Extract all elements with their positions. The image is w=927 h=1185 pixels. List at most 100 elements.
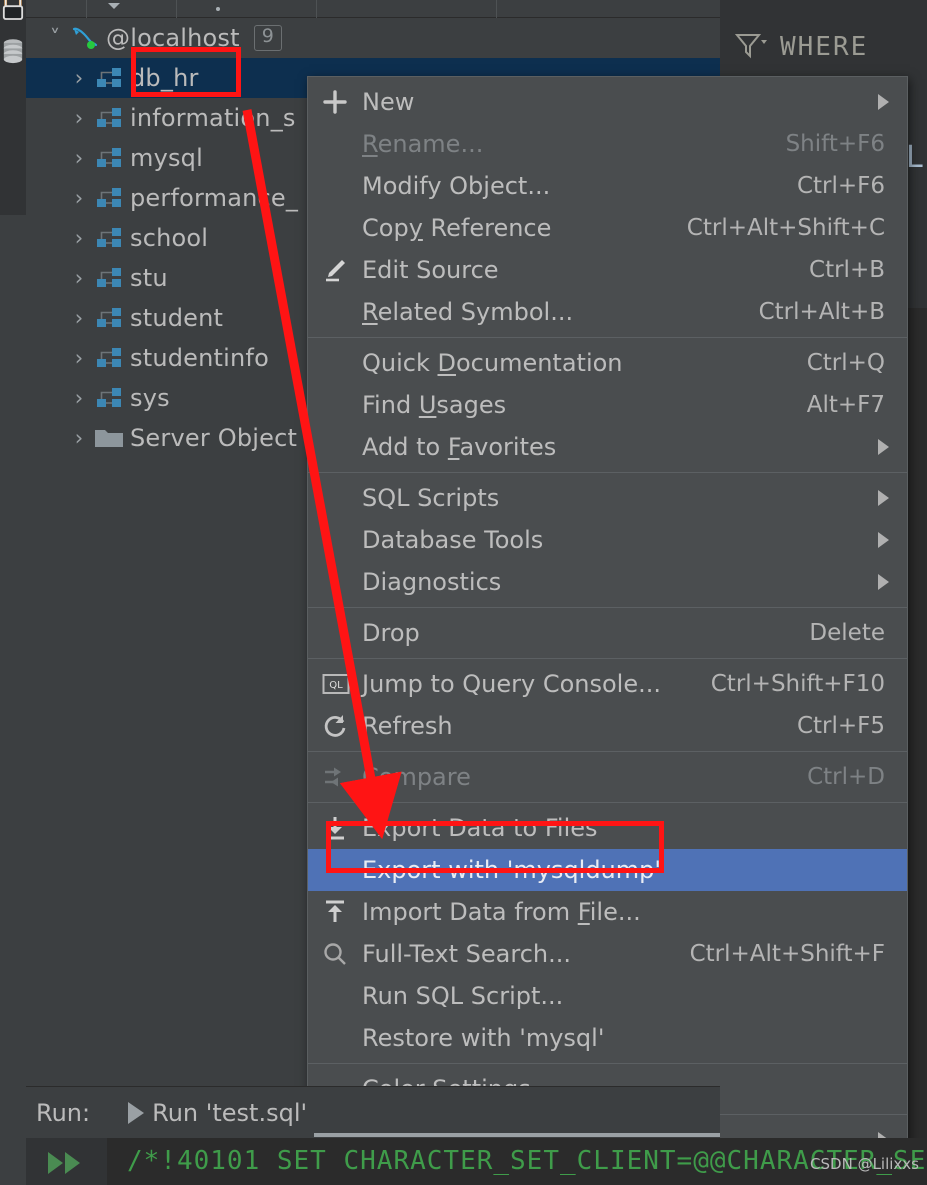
chevron-right-icon[interactable]: › [66, 427, 92, 449]
where-filter-bar[interactable]: WHERE [720, 18, 927, 76]
menu-item-shortcut: Ctrl+D [807, 764, 885, 790]
database-stack-icon[interactable] [2, 36, 24, 70]
menu-item-shortcut: Ctrl+F5 [796, 713, 885, 739]
filter-funnel-icon[interactable] [734, 31, 768, 63]
menu-item-new[interactable]: New [308, 81, 907, 123]
fast-forward-icon[interactable] [48, 1152, 80, 1174]
context-menu[interactable]: New Rename... Shift+F6 Modify Object... Ctrl… [307, 76, 908, 1185]
menu-item-rename: Rename... Shift+F6 [308, 123, 907, 165]
left-tool-strip [0, 0, 26, 215]
submenu-arrow-icon [878, 94, 889, 110]
submenu-arrow-icon [878, 532, 889, 548]
menu-item-restore-with-mysql[interactable]: Restore with 'mysql' [308, 1017, 907, 1059]
menu-item-export-with-mysqldump[interactable]: Export with 'mysqldump' [308, 849, 907, 891]
chevron-right-icon[interactable]: › [66, 67, 92, 89]
tree-node-label: student [130, 304, 224, 332]
menu-item-label: Drop [362, 619, 420, 647]
menu-item-label: Find Usages [362, 391, 507, 419]
menu-item-shortcut: Alt+F7 [806, 392, 885, 418]
menu-item-database-tools[interactable]: Database Tools [308, 519, 907, 561]
menu-item-drop[interactable]: Drop Delete [308, 612, 907, 654]
menu-item-related-symbol[interactable]: Related Symbol... Ctrl+Alt+B [308, 291, 907, 333]
schema-icon [92, 386, 126, 410]
menu-item-label: Modify Object... [362, 172, 551, 200]
lock-icon[interactable] [2, 0, 24, 28]
menu-item-edit-source[interactable]: Edit Source Ctrl+B [308, 249, 907, 291]
console-gutter [26, 1138, 107, 1185]
connection-label: @localhost [106, 24, 240, 52]
menu-item-shortcut: Delete [809, 620, 885, 646]
schema-icon [92, 346, 126, 370]
tree-toolbar [26, 0, 720, 18]
tree-node-label: information_s [130, 104, 296, 132]
plus-icon [322, 89, 362, 115]
toolbar-dot-icon[interactable] [216, 7, 220, 11]
toolbar-separator [316, 0, 317, 18]
menu-item-label: Compare [362, 763, 471, 791]
menu-item-shortcut: Ctrl+F6 [796, 173, 885, 199]
menu-item-diagnostics[interactable]: Diagnostics [308, 561, 907, 603]
run-configuration-name[interactable]: Run 'test.sql' [152, 1099, 307, 1127]
chevron-right-icon[interactable]: › [66, 387, 92, 409]
play-icon[interactable] [128, 1101, 145, 1124]
chevron-down-icon[interactable] [108, 3, 120, 9]
chevron-right-icon[interactable]: › [66, 307, 92, 329]
search-icon [322, 941, 362, 967]
run-label: Run: [36, 1098, 91, 1127]
right-strip-lower [905, 308, 927, 1185]
menu-item-quick-documentation[interactable]: Quick Documentation Ctrl+Q [308, 342, 907, 384]
chevron-right-icon[interactable]: › [66, 107, 92, 129]
chevron-right-icon[interactable]: › [66, 147, 92, 169]
menu-item-shortcut: Ctrl+Alt+B [758, 299, 885, 325]
menu-item-full-text-search[interactable]: Full-Text Search... Ctrl+Alt+Shift+F [308, 933, 907, 975]
menu-item-refresh[interactable]: Refresh Ctrl+F5 [308, 705, 907, 747]
menu-item-label: Export with 'mysqldump' [362, 856, 661, 884]
tree-node-connection[interactable]: ˅ @localhost 9 [26, 18, 720, 58]
menu-item-label: Edit Source [362, 256, 499, 284]
submenu-arrow-icon [878, 490, 889, 506]
toolbar-separator [86, 0, 87, 18]
chevron-right-icon[interactable]: › [66, 267, 92, 289]
schema-icon [92, 226, 126, 250]
menu-separator [308, 337, 907, 338]
menu-item-find-usages[interactable]: Find Usages Alt+F7 [308, 384, 907, 426]
toolbar-separator [176, 0, 177, 18]
menu-item-jump-to-query-console[interactable]: QL Jump to Query Console... Ctrl+Shift+F10 [308, 663, 907, 705]
menu-item-label: New [362, 88, 415, 116]
chevron-right-icon[interactable]: › [66, 227, 92, 249]
menu-item-copy-reference[interactable]: Copy Reference Ctrl+Alt+Shift+C [308, 207, 907, 249]
menu-item-import-data-from-file[interactable]: Import Data from File... [308, 891, 907, 933]
left-gutter-fill [0, 215, 26, 1185]
menu-item-label: Quick Documentation [362, 349, 623, 377]
submenu-arrow-icon [878, 574, 889, 590]
menu-item-label: Export Data to Files [362, 814, 598, 842]
menu-item-shortcut: Ctrl+Alt+Shift+F [689, 941, 885, 967]
menu-item-add-to-favorites[interactable]: Add to Favorites [308, 426, 907, 468]
where-label: WHERE [780, 32, 869, 62]
menu-item-label: Jump to Query Console... [362, 670, 661, 698]
menu-item-modify-object[interactable]: Modify Object... Ctrl+F6 [308, 165, 907, 207]
menu-item-label: Refresh [362, 712, 453, 740]
submenu-arrow-icon [878, 439, 889, 455]
menu-item-label: Run SQL Script... [362, 982, 564, 1010]
chevron-right-icon[interactable]: › [66, 187, 92, 209]
tree-node-label: Server Object [130, 424, 298, 452]
query-console-icon: QL [322, 672, 362, 696]
toolbar-right-spacer [720, 0, 927, 18]
menu-item-shortcut: Shift+F6 [785, 131, 885, 157]
tree-node-label: stu [130, 264, 168, 292]
ide-window: ˅ @localhost 9 › db_hr › information_s › mysq… [0, 0, 927, 1185]
menu-item-export-data-to-files[interactable]: Export Data to Files [308, 807, 907, 849]
menu-item-label: Restore with 'mysql' [362, 1024, 605, 1052]
menu-item-shortcut: Ctrl+Alt+Shift+C [686, 215, 885, 241]
menu-item-label: Copy Reference [362, 214, 552, 242]
menu-item-run-sql-script[interactable]: Run SQL Script... [308, 975, 907, 1017]
chevron-down-icon[interactable]: ˅ [42, 27, 68, 49]
menu-separator [308, 658, 907, 659]
schema-icon [92, 306, 126, 330]
menu-item-shortcut: Ctrl+Shift+F10 [710, 671, 885, 697]
menu-item-sql-scripts[interactable]: SQL Scripts [308, 477, 907, 519]
chevron-right-icon[interactable]: › [66, 347, 92, 369]
tree-node-label: sys [130, 384, 170, 412]
menu-item-label: Rename... [362, 130, 484, 158]
